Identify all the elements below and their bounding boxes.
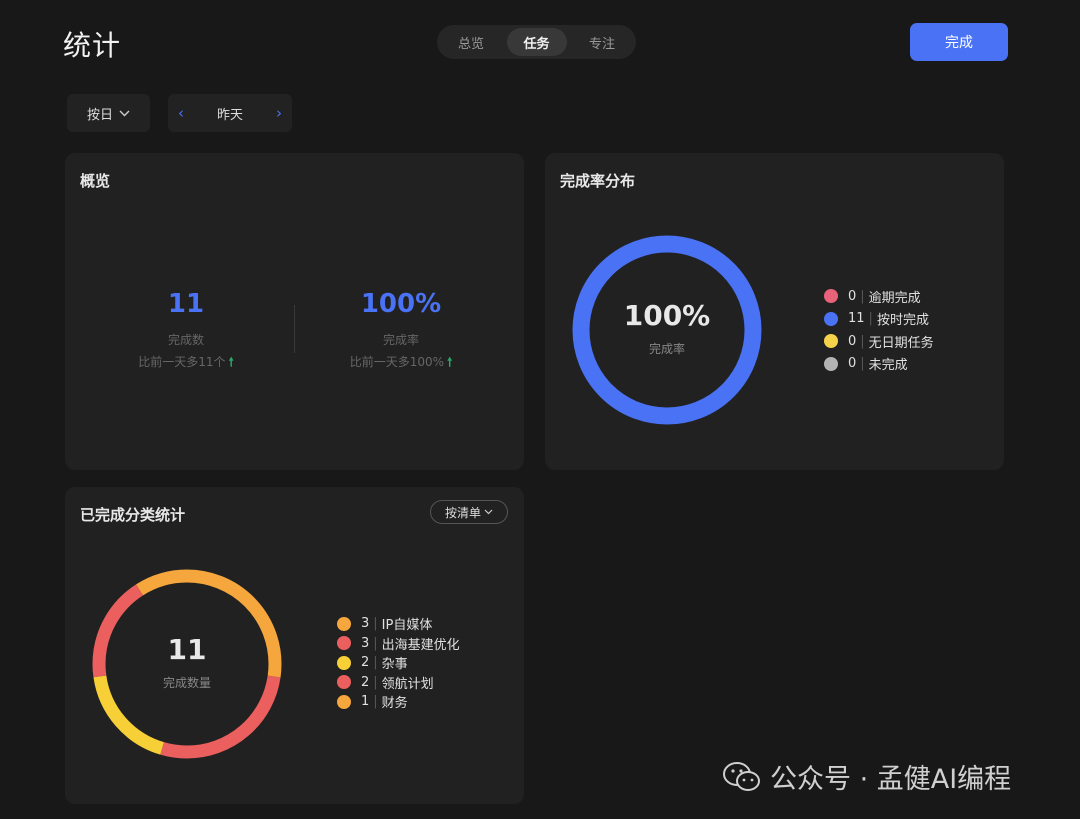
legend-dot <box>824 311 838 326</box>
legend-count: 3 <box>361 635 370 651</box>
legend-dot <box>337 636 351 651</box>
legend-dot <box>337 655 351 670</box>
distribution-card: 完成率分布 100% 完成率 0 | 逾期完成 11 | 按时完成 0 | 无日期任务… <box>545 153 1004 470</box>
arrow-up-icon: 🠕 <box>447 355 453 369</box>
overview-card: 概览 11 完成数 比前一天多11个 🠕 100% 完成率 比前一天多100% 🠕 <box>65 153 524 470</box>
category-legend: 3 | IP自媒体 3 | 出海基建优化 2 | 杂事 2 | 领航计划 1 | 财务 <box>337 614 460 712</box>
legend-count: 0 <box>848 333 857 349</box>
tab-overview[interactable]: 总览 <box>441 28 501 56</box>
legend-item: 2 | 杂事 <box>337 653 460 673</box>
category-center: 11 完成数量 <box>92 633 282 691</box>
date-navigator: ‹ 昨天 › <box>168 94 292 132</box>
legend-label: 无日期任务 <box>868 335 934 351</box>
legend-dot <box>337 675 351 690</box>
legend-label: 财务 <box>381 696 408 712</box>
overview-title: 概览 <box>80 172 111 190</box>
range-dropdown[interactable]: 按日 <box>67 94 150 132</box>
category-card: 已完成分类统计 11 完成数量 3 | IP自媒体 3 | 出海基建优化 2 | 杂事 <box>65 487 524 804</box>
completion-rate-compare: 比前一天多100% 🠕 <box>301 353 501 374</box>
legend-dot <box>824 334 838 349</box>
count-compare-text: 比前一天多11个 <box>138 355 226 369</box>
legend-item: 0 | 未完成 <box>824 353 934 376</box>
arrow-up-icon: 🠕 <box>228 355 234 369</box>
date-label: 昨天 <box>216 107 243 123</box>
legend-item: 1 | 财务 <box>337 692 460 712</box>
completion-rate-label: 完成率 <box>382 333 419 347</box>
legend-count: 2 <box>361 674 370 690</box>
legend-dot <box>337 694 351 709</box>
legend-count: 3 <box>361 616 370 632</box>
category-center-label: 完成数量 <box>162 676 211 690</box>
legend-item: 0 | 逾期完成 <box>824 285 934 308</box>
legend-label: IP自媒体 <box>381 618 433 634</box>
distribution-center: 100% 完成率 <box>572 299 762 357</box>
wechat-icon <box>723 761 760 791</box>
distribution-center-value: 100% <box>623 299 711 332</box>
tab-tasks[interactable]: 任务 <box>506 28 567 56</box>
watermark: 公众号 · 孟健AI编程 <box>722 757 1011 796</box>
legend-label: 未完成 <box>868 358 908 374</box>
legend-dot <box>824 289 838 304</box>
legend-count: 0 <box>848 356 857 372</box>
legend-count: 2 <box>361 655 370 671</box>
legend-item: 2 | 领航计划 <box>337 673 460 693</box>
list-filter-dropdown[interactable]: 按清单 <box>430 500 508 524</box>
legend-item: 11 | 按时完成 <box>824 308 934 331</box>
distribution-center-label: 完成率 <box>648 342 685 356</box>
overview-divider <box>294 305 295 353</box>
legend-label: 杂事 <box>381 657 408 673</box>
legend-label: 逾期完成 <box>868 290 921 306</box>
next-date-chevron-icon[interactable]: › <box>276 104 282 122</box>
legend-count: 0 <box>848 288 857 304</box>
category-center-value: 11 <box>167 633 207 666</box>
legend-item: 3 | 出海基建优化 <box>337 634 460 654</box>
chevron-down-icon <box>484 509 493 515</box>
legend-item: 0 | 无日期任务 <box>824 330 934 353</box>
legend-dot <box>824 356 838 371</box>
tab-focus[interactable]: 专注 <box>572 28 632 56</box>
completed-count-label: 完成数 <box>167 333 204 347</box>
rate-compare-text: 比前一天多100% <box>349 355 445 369</box>
legend-item: 3 | IP自媒体 <box>337 614 460 634</box>
range-label: 按日 <box>86 107 113 123</box>
legend-count: 11 <box>848 311 865 327</box>
chevron-down-icon <box>119 110 130 116</box>
watermark-text: 公众号 · 孟健AI编程 <box>770 764 1012 795</box>
done-button[interactable]: 完成 <box>910 23 1008 61</box>
legend-dot <box>337 616 351 631</box>
view-tabs: 总览 任务 专注 <box>437 25 636 59</box>
distribution-legend: 0 | 逾期完成 11 | 按时完成 0 | 无日期任务 0 | 未完成 <box>824 285 934 375</box>
page-title: 统计 <box>63 29 122 62</box>
list-filter-label: 按清单 <box>444 505 481 520</box>
legend-label: 出海基建优化 <box>381 637 460 653</box>
completed-count: 11 <box>167 289 205 319</box>
legend-label: 按时完成 <box>876 313 929 329</box>
distribution-title: 完成率分布 <box>560 172 636 190</box>
prev-date-chevron-icon[interactable]: ‹ <box>178 104 184 122</box>
completed-count-compare: 比前一天多11个 🠕 <box>86 353 286 374</box>
completion-rate: 100% <box>360 289 442 319</box>
category-title: 已完成分类统计 <box>80 506 186 524</box>
legend-count: 1 <box>361 694 370 710</box>
legend-label: 领航计划 <box>381 676 434 692</box>
